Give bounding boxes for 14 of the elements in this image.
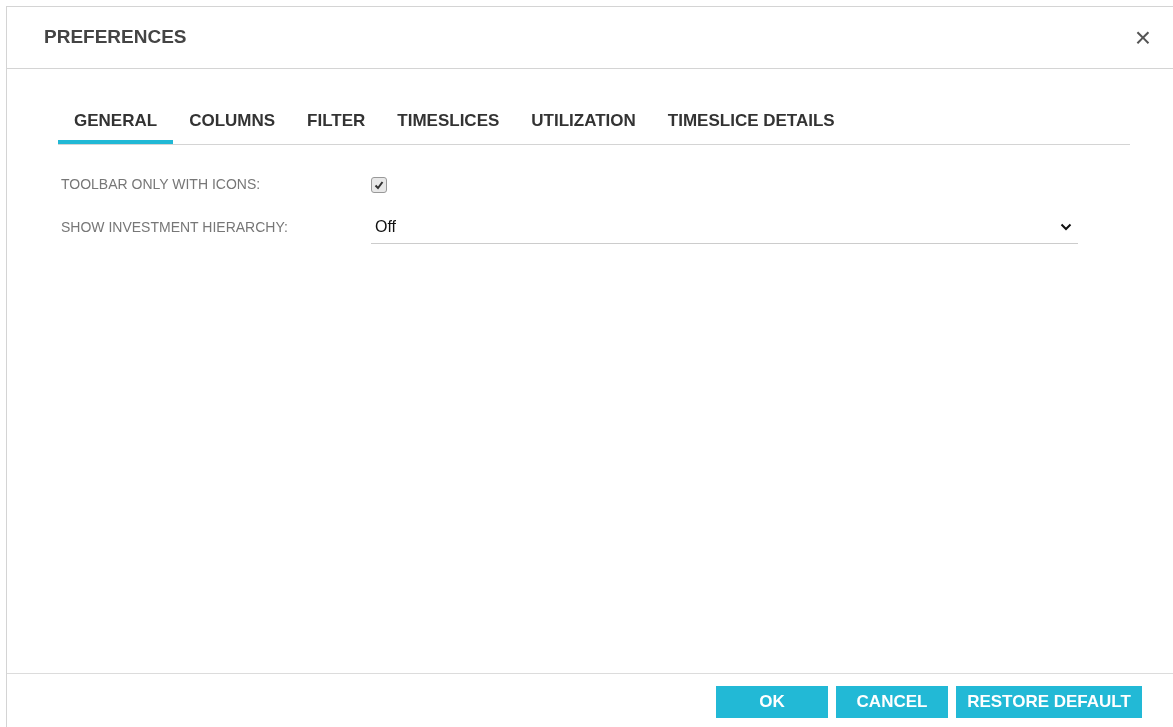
check-icon — [374, 179, 384, 190]
tab[interactable]: FILTER — [291, 99, 382, 144]
select-field[interactable]: Off — [371, 211, 1078, 244]
setting-label: TOOLBAR ONLY WITH ICONS: — [61, 175, 262, 194]
setting-label: SHOW INVESTMENT HIERARCHY: — [61, 218, 289, 237]
checkbox[interactable] — [371, 176, 387, 193]
tab[interactable]: COLUMNS — [173, 99, 292, 144]
dialog-title: PREFERENCES — [44, 25, 187, 50]
tab[interactable]: TIMESLICES — [381, 99, 516, 144]
chevron-down-icon — [1060, 223, 1072, 231]
tab[interactable]: UTILIZATION — [515, 99, 652, 144]
close-button[interactable]: × — [1130, 23, 1155, 52]
tab[interactable]: TIMESLICE DETAILS — [651, 99, 851, 144]
tab[interactable]: GENERAL — [58, 99, 174, 144]
